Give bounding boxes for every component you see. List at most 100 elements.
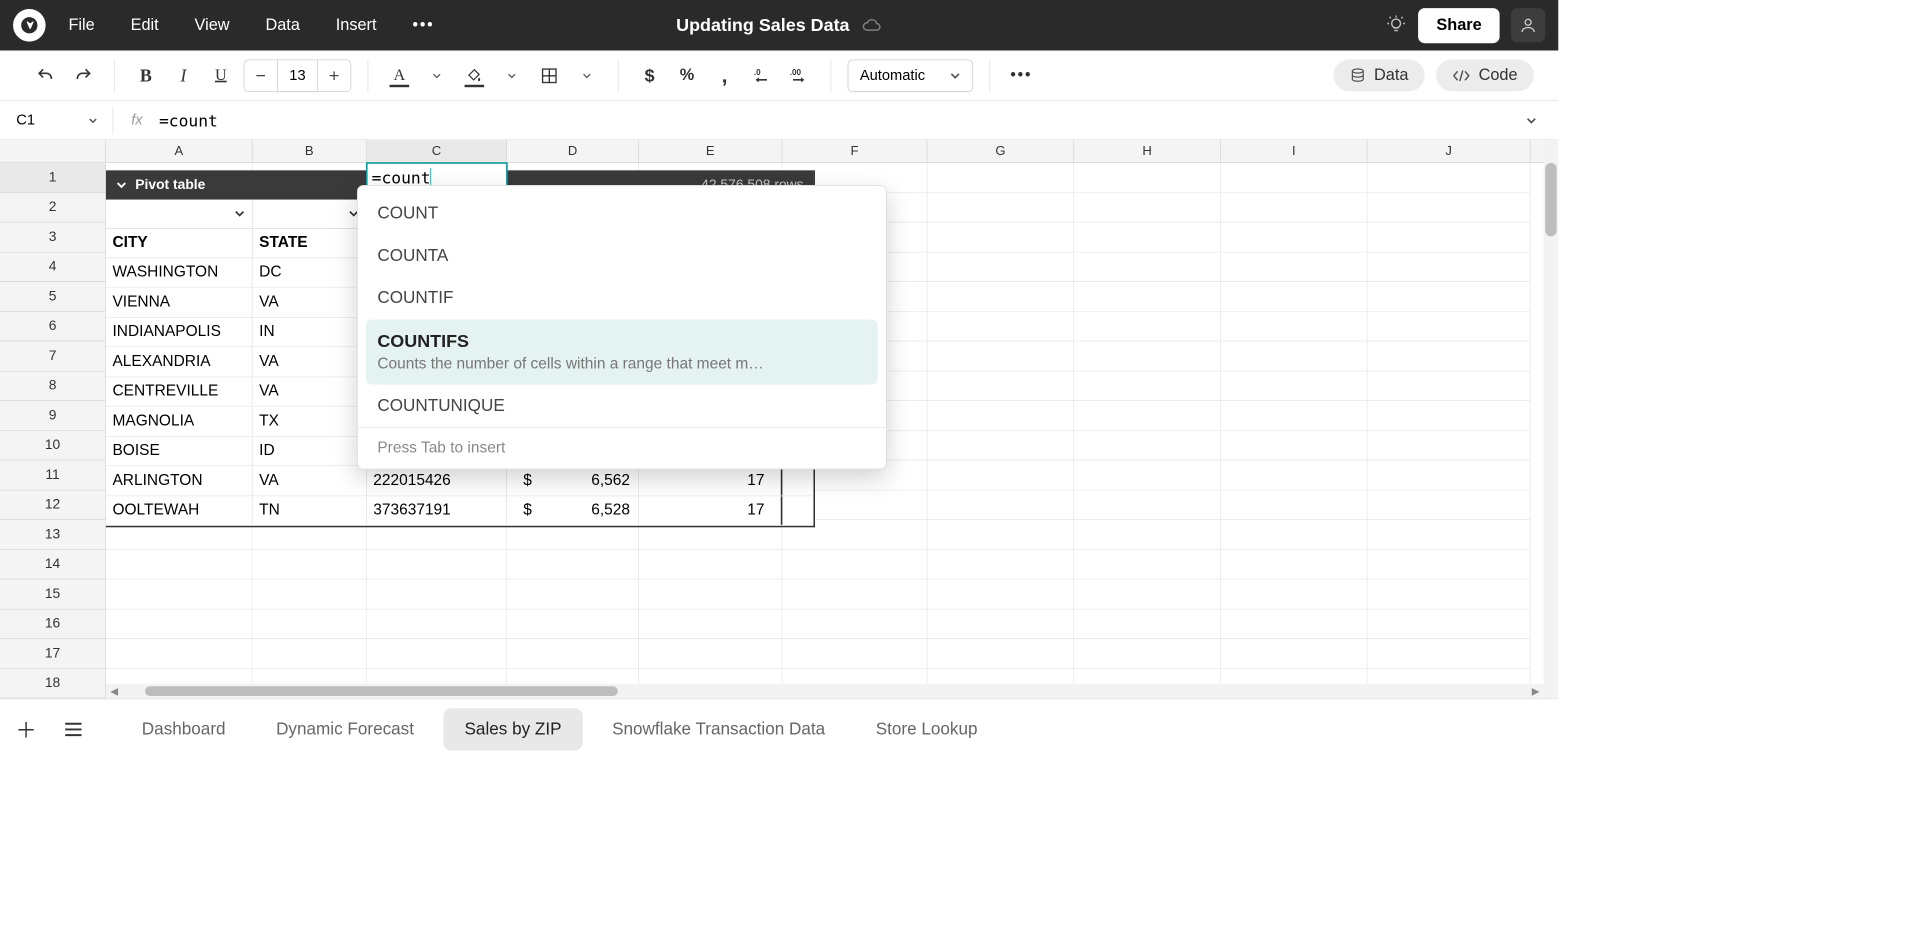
cell[interactable] — [1221, 222, 1368, 252]
cell[interactable] — [1221, 312, 1368, 342]
sheet-tab[interactable]: Snowflake Transaction Data — [591, 708, 846, 750]
font-size-increase[interactable]: + — [318, 60, 351, 91]
cell[interactable] — [1368, 193, 1531, 223]
lightbulb-icon[interactable] — [1386, 15, 1407, 36]
cell[interactable] — [1221, 252, 1368, 282]
cell[interactable] — [927, 222, 1074, 252]
cell[interactable] — [927, 371, 1074, 401]
row-header[interactable]: 12 — [0, 490, 106, 520]
cell[interactable] — [1221, 579, 1368, 609]
cell[interactable] — [1368, 312, 1531, 342]
cell[interactable] — [1368, 431, 1531, 461]
cell[interactable] — [1074, 579, 1221, 609]
cell[interactable] — [782, 609, 927, 639]
menu-edit[interactable]: Edit — [131, 16, 159, 35]
col-header-I[interactable]: I — [1221, 140, 1368, 162]
cell[interactable] — [1221, 371, 1368, 401]
cell[interactable] — [639, 550, 782, 580]
pivot-col-state[interactable]: STATE — [253, 229, 367, 258]
suggestion-item[interactable]: COUNTA — [358, 235, 886, 277]
horizontal-scrollbar[interactable]: ◀ ▶ — [106, 684, 1544, 699]
cell[interactable] — [1368, 490, 1531, 520]
row-header[interactable]: 10 — [0, 431, 106, 461]
cell[interactable] — [1368, 371, 1531, 401]
cell[interactable] — [1074, 609, 1221, 639]
cell[interactable] — [367, 609, 507, 639]
add-sheet-button[interactable]: ＋ — [10, 713, 43, 746]
cell[interactable] — [106, 550, 253, 580]
text-color-dropdown[interactable] — [422, 61, 451, 90]
menu-insert[interactable]: Insert — [336, 16, 377, 35]
formula-bar-expand[interactable] — [1513, 115, 1550, 126]
col-header-C[interactable]: C — [367, 140, 507, 162]
cell[interactable] — [927, 460, 1074, 490]
cell[interactable] — [253, 579, 367, 609]
cell[interactable] — [1074, 193, 1221, 223]
cell[interactable] — [1074, 163, 1221, 193]
cell[interactable] — [1368, 609, 1531, 639]
cell[interactable] — [927, 520, 1074, 550]
cell[interactable] — [1074, 639, 1221, 669]
scroll-left-arrow[interactable]: ◀ — [106, 685, 122, 696]
number-format-select[interactable]: Automatic — [848, 59, 974, 92]
select-all-corner[interactable] — [0, 140, 106, 162]
row-header[interactable]: 5 — [0, 282, 106, 312]
cell[interactable] — [1074, 252, 1221, 282]
font-size-value[interactable]: 13 — [277, 60, 318, 91]
cell[interactable] — [782, 639, 927, 669]
row-header[interactable]: 18 — [0, 669, 106, 699]
cell[interactable] — [1074, 341, 1221, 371]
sheet-tab[interactable]: Sales by ZIP — [443, 708, 582, 750]
currency-button[interactable]: $ — [635, 61, 664, 90]
cell[interactable] — [1221, 163, 1368, 193]
spreadsheet-grid[interactable]: A B C D E F G H I J 12345678910111213141… — [0, 140, 1558, 698]
user-menu-button[interactable] — [1511, 8, 1545, 42]
sheet-tab[interactable]: Store Lookup — [855, 708, 999, 750]
menu-file[interactable]: File — [68, 16, 94, 35]
cell[interactable] — [1368, 401, 1531, 431]
cell[interactable] — [507, 579, 639, 609]
app-logo[interactable] — [13, 9, 46, 42]
suggestion-item[interactable]: COUNT — [358, 192, 886, 234]
cell[interactable] — [1074, 431, 1221, 461]
cell[interactable] — [639, 639, 782, 669]
cell[interactable] — [927, 341, 1074, 371]
row-header[interactable]: 1 — [0, 163, 106, 193]
share-button[interactable]: Share — [1418, 8, 1499, 43]
cell[interactable] — [367, 550, 507, 580]
suggestion-item[interactable]: COUNTUNIQUE — [358, 385, 886, 427]
all-sheets-button[interactable] — [57, 713, 90, 746]
cell[interactable] — [1221, 460, 1368, 490]
suggestion-item[interactable]: COUNTIFSCounts the number of cells withi… — [366, 319, 878, 384]
borders-dropdown[interactable] — [572, 61, 601, 90]
row-header[interactable]: 6 — [0, 312, 106, 342]
cell[interactable] — [1074, 312, 1221, 342]
increase-decimal-button[interactable]: .00 — [785, 61, 814, 90]
col-header-F[interactable]: F — [782, 140, 927, 162]
col-header-G[interactable]: G — [927, 140, 1074, 162]
menu-view[interactable]: View — [195, 16, 230, 35]
cell[interactable] — [1221, 431, 1368, 461]
thousands-button[interactable]: , — [710, 61, 739, 90]
col-header-D[interactable]: D — [507, 140, 639, 162]
cell[interactable] — [507, 609, 639, 639]
row-header[interactable]: 7 — [0, 341, 106, 371]
cell[interactable] — [1368, 460, 1531, 490]
pivot-col-city[interactable]: CITY — [106, 229, 253, 258]
table-row[interactable]: OOLTEWAHTN373637191$6,52817 — [106, 496, 813, 526]
percent-button[interactable]: % — [672, 61, 701, 90]
fill-color-button[interactable] — [460, 61, 489, 90]
cell[interactable] — [927, 579, 1074, 609]
cell[interactable] — [1368, 252, 1531, 282]
suggestion-item[interactable]: COUNTIF — [358, 277, 886, 319]
italic-button[interactable]: I — [169, 61, 198, 90]
borders-button[interactable] — [535, 61, 564, 90]
cell[interactable] — [927, 193, 1074, 223]
cell[interactable] — [1368, 341, 1531, 371]
cell[interactable] — [253, 609, 367, 639]
cell[interactable] — [1221, 282, 1368, 312]
document-title[interactable]: Updating Sales Data — [676, 15, 849, 36]
cell[interactable] — [927, 609, 1074, 639]
cell[interactable] — [1074, 520, 1221, 550]
cell[interactable] — [1221, 550, 1368, 580]
